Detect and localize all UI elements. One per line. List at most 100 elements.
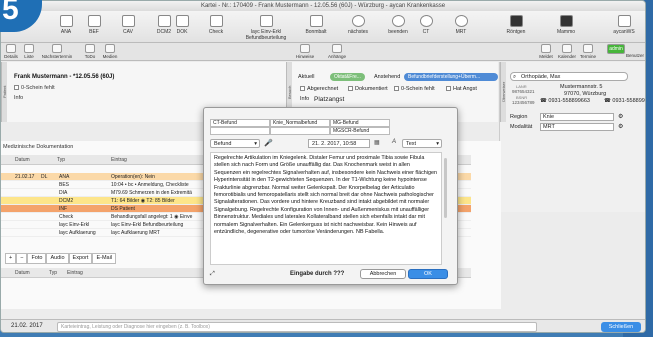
doc-icon xyxy=(209,15,223,27)
tab-foto[interactable]: Foto xyxy=(27,253,47,264)
category-select[interactable]: Befund ▾ xyxy=(210,139,260,148)
referrer-panel: Überweiser ⌕ Orthopäde, Max LANR 98765432… xyxy=(499,62,645,212)
pending-task-pill[interactable]: Befundbriefderstellung+Überm... xyxy=(404,73,498,81)
user-label: Benutzer xyxy=(625,53,644,58)
visit-info-value: Platzangst xyxy=(314,96,345,103)
status-pill[interactable]: Oktat&Fre... xyxy=(330,73,365,81)
app-icon xyxy=(617,15,631,27)
o-schein-checkbox[interactable]: 0-Schein fehlt xyxy=(14,85,55,91)
toolbar-end-button[interactable]: beenden xyxy=(383,13,413,35)
toolbar-mammo-button[interactable]: Mammo xyxy=(551,13,581,35)
anstehend-label: Anstehend xyxy=(374,74,401,80)
check-icon xyxy=(419,15,433,27)
region-select[interactable]: Knie xyxy=(540,113,614,121)
doc-icon xyxy=(175,15,189,27)
modalitat-gear-icon[interactable]: ⚙ xyxy=(618,123,623,130)
calendar-button[interactable]: Kalender xyxy=(557,44,577,59)
toolbar-dok-button[interactable]: DOK xyxy=(167,13,197,35)
toolbar-ct-button[interactable]: CT xyxy=(411,13,441,35)
ok-button[interactable]: OK xyxy=(408,269,448,279)
tab-export[interactable]: Export xyxy=(68,253,93,264)
referrer-side-label: Überweiser xyxy=(500,62,506,122)
cancel-button[interactable]: Abbrechen xyxy=(360,269,406,279)
next-icon xyxy=(351,15,365,27)
lanr-value: 987654321 xyxy=(512,89,535,94)
tag-empty xyxy=(210,127,270,135)
appointments-button[interactable]: Termine xyxy=(578,44,598,59)
o-schein-visit-checkbox[interactable]: 0-Schein fehlt xyxy=(394,86,435,92)
region-gear-icon[interactable]: ⚙ xyxy=(618,113,623,120)
toolbar-cav-button[interactable]: CAV xyxy=(113,13,143,35)
remove-button[interactable]: − xyxy=(16,253,28,264)
toolbar-einv-erkl-button[interactable]: layc Einv-Erkl Befundbeurteilung xyxy=(236,13,296,41)
bsnr-value: 123456789 xyxy=(512,100,535,105)
hints-button[interactable]: Hinweise xyxy=(291,44,319,59)
tag-mg-befund[interactable]: MG-Befund xyxy=(330,119,390,127)
grid-icon xyxy=(559,15,573,27)
scrollbar[interactable] xyxy=(444,158,447,218)
main-toolbar: ANA BEF CAV DCM2 DOK Check layc Einv-Erk… xyxy=(1,11,645,43)
todo-button[interactable]: ToDo xyxy=(81,44,99,59)
doc-icon xyxy=(121,15,135,27)
media-tabs: + − Foto Audio Export E-Mail xyxy=(5,253,117,264)
toolbar-next-button[interactable]: nächstes xyxy=(343,13,373,35)
modalitat-select[interactable]: MRT xyxy=(540,123,614,131)
entry-input[interactable]: Karteieintrag, Leistung oder Diagnose hi… xyxy=(57,322,537,332)
microphone-icon[interactable]: 🎤 xyxy=(264,139,273,147)
tag-mgscr-befund[interactable]: MGSCR-Befund xyxy=(330,127,390,135)
abgerechnet-checkbox[interactable]: Abgerechnet xyxy=(300,86,338,92)
toolbar-aycanws-button[interactable]: aycanWS xyxy=(609,13,639,35)
toolbar-mrt-button[interactable]: MRT xyxy=(446,13,476,35)
format-select[interactable]: Text ▾ xyxy=(402,139,442,148)
toolbar-check-button[interactable]: Check xyxy=(201,13,231,35)
user-badge[interactable]: admin xyxy=(607,44,625,54)
doc-icon xyxy=(309,15,323,27)
list-button[interactable]: Liste xyxy=(20,44,38,59)
chevron-down-icon: ▾ xyxy=(254,141,257,147)
modalitat-label: Modalität xyxy=(510,124,533,130)
toolbar-bef-button[interactable]: BEF xyxy=(79,13,109,35)
status-bar: 21.02. 2017 Karteieintrag, Leistung oder… xyxy=(1,319,645,332)
referrer-search-input[interactable]: ⌕ Orthopäde, Max xyxy=(510,72,628,81)
patient-info-label: Info xyxy=(14,95,24,101)
monitor-icon xyxy=(509,15,523,27)
tab-email[interactable]: E-Mail xyxy=(92,253,117,264)
next-appointment-button[interactable]: Nächstertermin xyxy=(39,44,75,59)
fax-number: ☎ 0931-558899 xyxy=(604,98,645,104)
toolbar-ana-button[interactable]: ANA xyxy=(51,13,81,35)
attachments-button[interactable]: Anhänge xyxy=(323,44,351,59)
add-button[interactable]: + xyxy=(5,253,17,264)
toolbar-roentgen-button[interactable]: Röntgen xyxy=(501,13,531,35)
notify-button[interactable]: Meldet xyxy=(536,44,556,59)
close-button[interactable]: Schließen xyxy=(601,322,641,332)
dokumentiert-checkbox[interactable]: Dokumentiert xyxy=(348,86,388,92)
details-button[interactable]: Details xyxy=(2,44,20,59)
doc-icon xyxy=(259,15,273,27)
patient-side-label: Patient xyxy=(1,62,7,122)
tab-audio[interactable]: Audio xyxy=(46,253,69,264)
toolbar-bonmbalt-button[interactable]: Bonmbalt xyxy=(301,13,331,35)
datetime-field[interactable]: 21. 2. 2017, 10:58 xyxy=(308,139,370,148)
doc-icon xyxy=(87,15,101,27)
search-icon: ⌕ xyxy=(513,74,517,80)
phone-number: ☎ 0931-558899663 xyxy=(540,98,590,104)
documentation-title: Medizinische Dokumentation xyxy=(3,144,74,150)
patient-name: Frank Mustermann - *12.05.56 (60J) xyxy=(14,74,115,80)
font-icon[interactable]: A xyxy=(392,139,396,145)
address-line1: Mustermannstr. 5 xyxy=(560,84,603,90)
hat-angst-checkbox[interactable]: Hat Angst xyxy=(446,86,477,92)
resize-icon[interactable]: ⤢ xyxy=(210,271,215,278)
secondary-toolbar: Details Liste Nächstertermin ToDo Medien… xyxy=(1,43,645,61)
media-button[interactable]: Medien xyxy=(101,44,119,59)
window-title: Kartei - Nr.: 170409 - Frank Mustermann … xyxy=(1,1,645,11)
visit-info-label: Info xyxy=(300,96,310,102)
target-icon xyxy=(454,15,468,27)
calendar-icon[interactable]: ▦ xyxy=(374,139,380,146)
tag-knie-normalbefund[interactable]: Knie_Normalbefund xyxy=(270,119,330,127)
doc-icon xyxy=(59,15,73,27)
end-icon xyxy=(391,15,405,27)
tag-empty xyxy=(270,127,330,135)
report-text-area[interactable]: Regelrechte Artikulation im Kniegelenk. … xyxy=(210,152,442,265)
tag-ct-befund[interactable]: CT-Befund xyxy=(210,119,270,127)
region-label: Region xyxy=(510,114,528,120)
